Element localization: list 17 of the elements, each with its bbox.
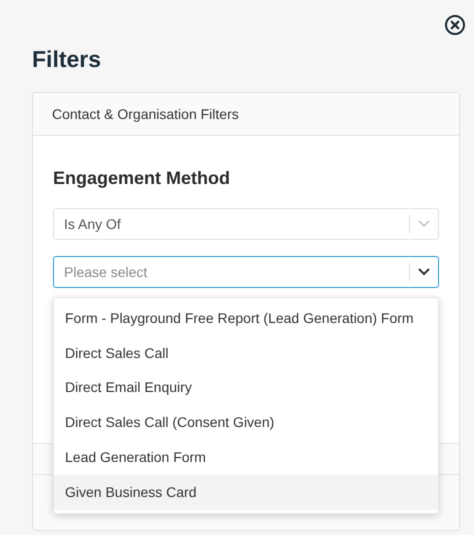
section-header[interactable]: Contact & Organisation Filters	[33, 93, 459, 136]
dropdown-option[interactable]: Direct Sales Call	[54, 336, 438, 371]
dropdown-option[interactable]: Given Business Card	[54, 474, 438, 510]
value-select[interactable]: Please select	[53, 256, 439, 288]
dropdown-option[interactable]: Lead Generation Form	[54, 440, 438, 475]
operator-select[interactable]: Is Any Of	[53, 208, 439, 240]
panel-title: Filters	[32, 45, 102, 74]
field-label: Engagement Method	[53, 167, 230, 190]
dropdown-option[interactable]: Form - Playground Free Report (Lead Generation) Form	[54, 301, 438, 336]
select-value: Is Any Of	[64, 214, 122, 234]
chevron-down-icon	[418, 220, 430, 228]
close-icon	[444, 14, 466, 36]
select-placeholder: Please select	[64, 262, 148, 282]
close-button[interactable]	[444, 14, 466, 36]
chevron-down-icon	[418, 268, 430, 276]
dropdown-option[interactable]: Direct Email Enquiry	[54, 370, 438, 406]
dropdown-option[interactable]: Direct Sales Call (Consent Given)	[54, 405, 438, 440]
